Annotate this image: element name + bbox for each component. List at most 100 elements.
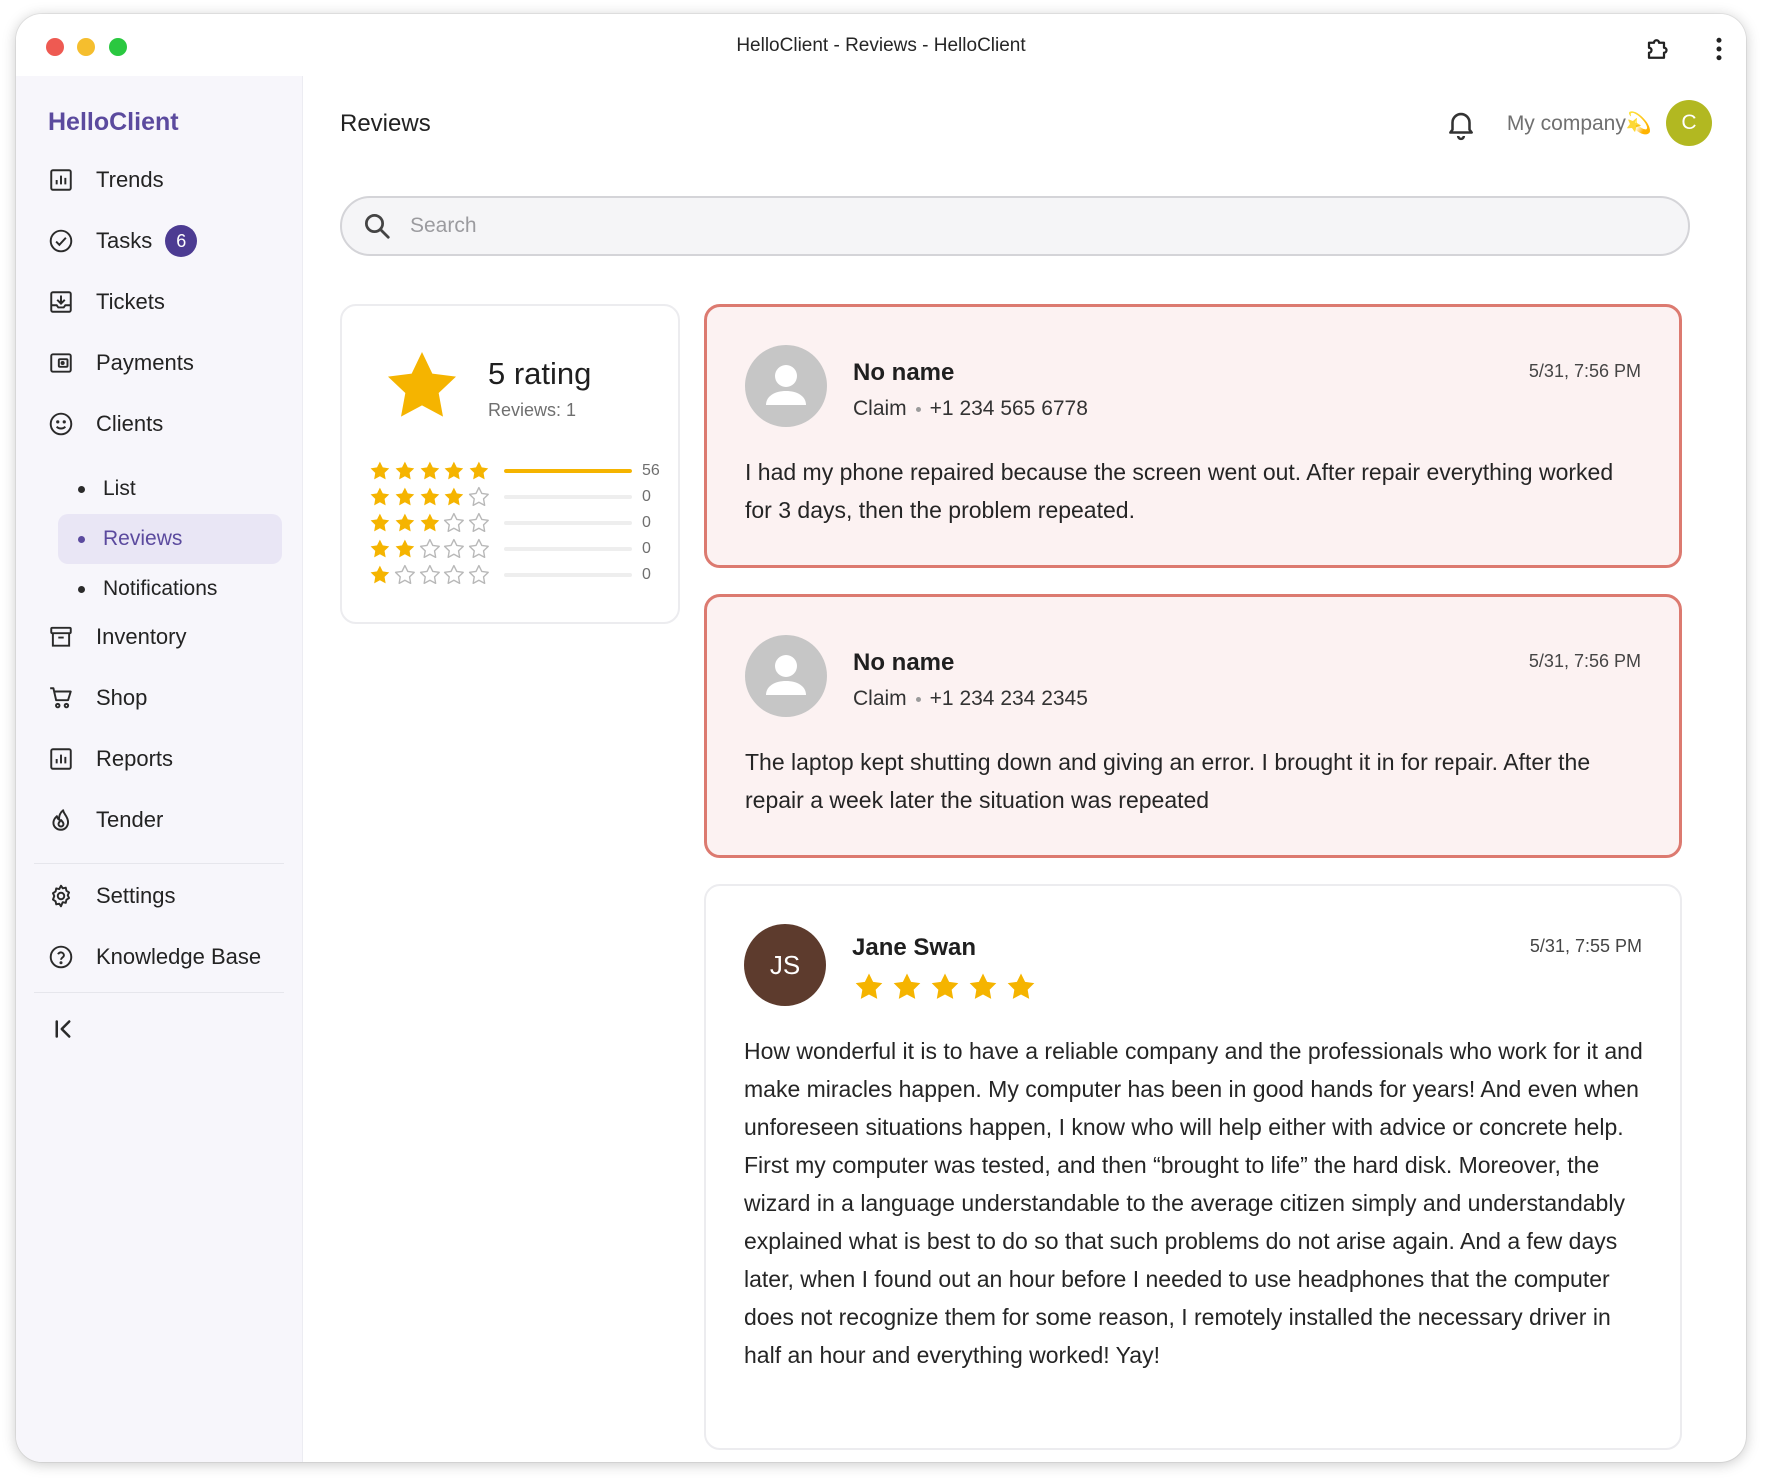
rating-bar-fill — [504, 469, 632, 473]
star-filled-icon — [420, 513, 439, 532]
reviewer-phone: +1 234 565 6778 — [929, 397, 1088, 420]
user-avatar[interactable]: C — [1666, 100, 1712, 146]
title-bar: HelloClient - Reviews - HelloClient — [16, 14, 1746, 76]
user-icon — [766, 655, 806, 695]
sidebar-subitem-label: Reviews — [103, 527, 183, 550]
page-title: Reviews — [340, 110, 431, 137]
gear-icon — [46, 881, 76, 911]
bullet-icon — [78, 535, 85, 543]
star-empty-icon — [444, 538, 465, 559]
rating-count: 0 — [642, 488, 651, 505]
window-title: HelloClient - Reviews - HelloClient — [736, 35, 1026, 56]
bell-icon[interactable] — [1444, 106, 1478, 142]
star-filled-icon — [1007, 973, 1035, 999]
avatar — [745, 345, 827, 427]
search-bar — [340, 196, 1690, 256]
review-date: 5/31, 7:56 PM — [1528, 361, 1641, 381]
inbox-download-icon — [46, 287, 76, 317]
sidebar-item-payments[interactable]: Payments — [46, 341, 286, 385]
sidebar-item-label: Shop — [96, 685, 148, 710]
star-rating — [368, 485, 492, 509]
reviews-count: Reviews: 1 — [488, 400, 577, 420]
sidebar-item-tickets[interactable]: Tickets — [46, 280, 286, 324]
sidebar-item-label: Trends — [96, 167, 164, 192]
star-filled-icon — [969, 973, 997, 999]
star-empty-icon — [469, 486, 490, 507]
reviewer-name: No name — [853, 359, 955, 386]
sidebar-divider — [34, 992, 284, 993]
sidebar-item-settings[interactable]: Settings — [46, 874, 286, 918]
rating-distribution: 56 0 0 0 0 — [368, 458, 668, 588]
star-filled-icon — [469, 461, 489, 480]
more-menu-icon[interactable] — [1712, 34, 1726, 64]
review-card[interactable]: No name 5/31, 7:56 PM Claim +1 234 234 2… — [704, 594, 1682, 858]
rating-count: 0 — [642, 514, 651, 531]
sidebar: HelloClient Trends Tasks 6 Tickets Payme… — [16, 76, 303, 1462]
sidebar-subitem-reviews[interactable]: Reviews — [58, 514, 282, 564]
rating-count: 0 — [642, 566, 651, 583]
company-selector[interactable]: My company💫 — [1507, 112, 1652, 136]
brand-logo[interactable]: HelloClient — [48, 108, 179, 137]
review-date: 5/31, 7:55 PM — [1529, 936, 1642, 956]
review-meta: Claim +1 234 234 2345 — [853, 687, 1088, 711]
sidebar-item-knowledge-base[interactable]: Knowledge Base — [46, 935, 286, 979]
star-filled-icon — [370, 513, 390, 532]
bullet-icon — [78, 585, 85, 593]
flame-icon — [46, 805, 76, 835]
app-window: HelloClient - Reviews - HelloClient Hell… — [16, 14, 1746, 1462]
star-rating — [368, 563, 492, 587]
star-empty-icon — [469, 564, 490, 585]
avatar — [745, 635, 827, 717]
sidebar-item-clients[interactable]: Clients — [46, 402, 286, 446]
sidebar-item-reports[interactable]: Reports — [46, 737, 286, 781]
sidebar-item-trends[interactable]: Trends — [46, 158, 286, 202]
sidebar-item-tender[interactable]: Tender — [46, 798, 286, 842]
rating-row-2: 0 — [368, 536, 668, 562]
reviewer-phone: +1 234 234 2345 — [929, 687, 1088, 710]
main-content: Reviews My company💫 C 5 rating Reviews: … — [304, 76, 1746, 1462]
star-rating — [368, 511, 492, 535]
rating-bar — [504, 495, 632, 499]
star-rating — [368, 459, 492, 483]
review-card[interactable]: No name 5/31, 7:56 PM Claim +1 234 565 6… — [704, 304, 1682, 568]
star-filled-icon — [444, 487, 464, 506]
chart-icon — [46, 165, 76, 195]
wallet-icon — [46, 348, 76, 378]
rating-count: 56 — [642, 462, 660, 479]
star-icon — [388, 352, 456, 417]
sidebar-item-tasks[interactable]: Tasks 6 — [46, 219, 286, 263]
star-empty-icon — [444, 564, 465, 585]
star-filled-icon — [395, 487, 415, 506]
reviewer-name: Jane Swan — [852, 934, 977, 961]
sidebar-item-label: Clients — [96, 411, 164, 436]
sidebar-item-shop[interactable]: Shop — [46, 676, 286, 720]
rating-bar — [504, 573, 632, 577]
sidebar-item-label: Tasks — [96, 228, 153, 253]
rating-summary-card: 5 rating Reviews: 1 56 0 0 0 0 — [340, 304, 680, 624]
sidebar-subitem-list[interactable]: List — [58, 464, 282, 514]
collapse-sidebar-icon[interactable] — [48, 1014, 78, 1044]
star-empty-icon — [394, 564, 415, 585]
star-filled-icon — [931, 973, 959, 999]
star-filled-icon — [370, 539, 390, 558]
star-filled-icon — [370, 487, 390, 506]
avatar: JS — [744, 924, 826, 1006]
search-input[interactable] — [410, 206, 1660, 246]
star-filled-icon — [855, 973, 883, 999]
sidebar-item-inventory[interactable]: Inventory — [46, 615, 286, 659]
sidebar-subitem-notifications[interactable]: Notifications — [58, 564, 282, 614]
cart-icon — [46, 683, 76, 713]
review-date: 5/31, 7:56 PM — [1528, 651, 1641, 671]
sidebar-subitem-label: Notifications — [103, 577, 218, 600]
star-empty-icon — [419, 564, 440, 585]
rating-bar — [504, 547, 632, 551]
star-empty-icon — [419, 538, 440, 559]
sidebar-item-label: Settings — [96, 883, 176, 908]
rating-bar — [504, 469, 632, 473]
rating-row-5: 56 — [368, 458, 668, 484]
check-circle-icon — [46, 226, 76, 256]
sidebar-item-label: Reports — [96, 746, 174, 771]
extension-icon[interactable] — [1644, 34, 1674, 64]
rating-title: 5 rating — [488, 356, 592, 391]
review-card[interactable]: JS Jane Swan 5/31, 7:55 PM How wonderful… — [704, 884, 1682, 1450]
